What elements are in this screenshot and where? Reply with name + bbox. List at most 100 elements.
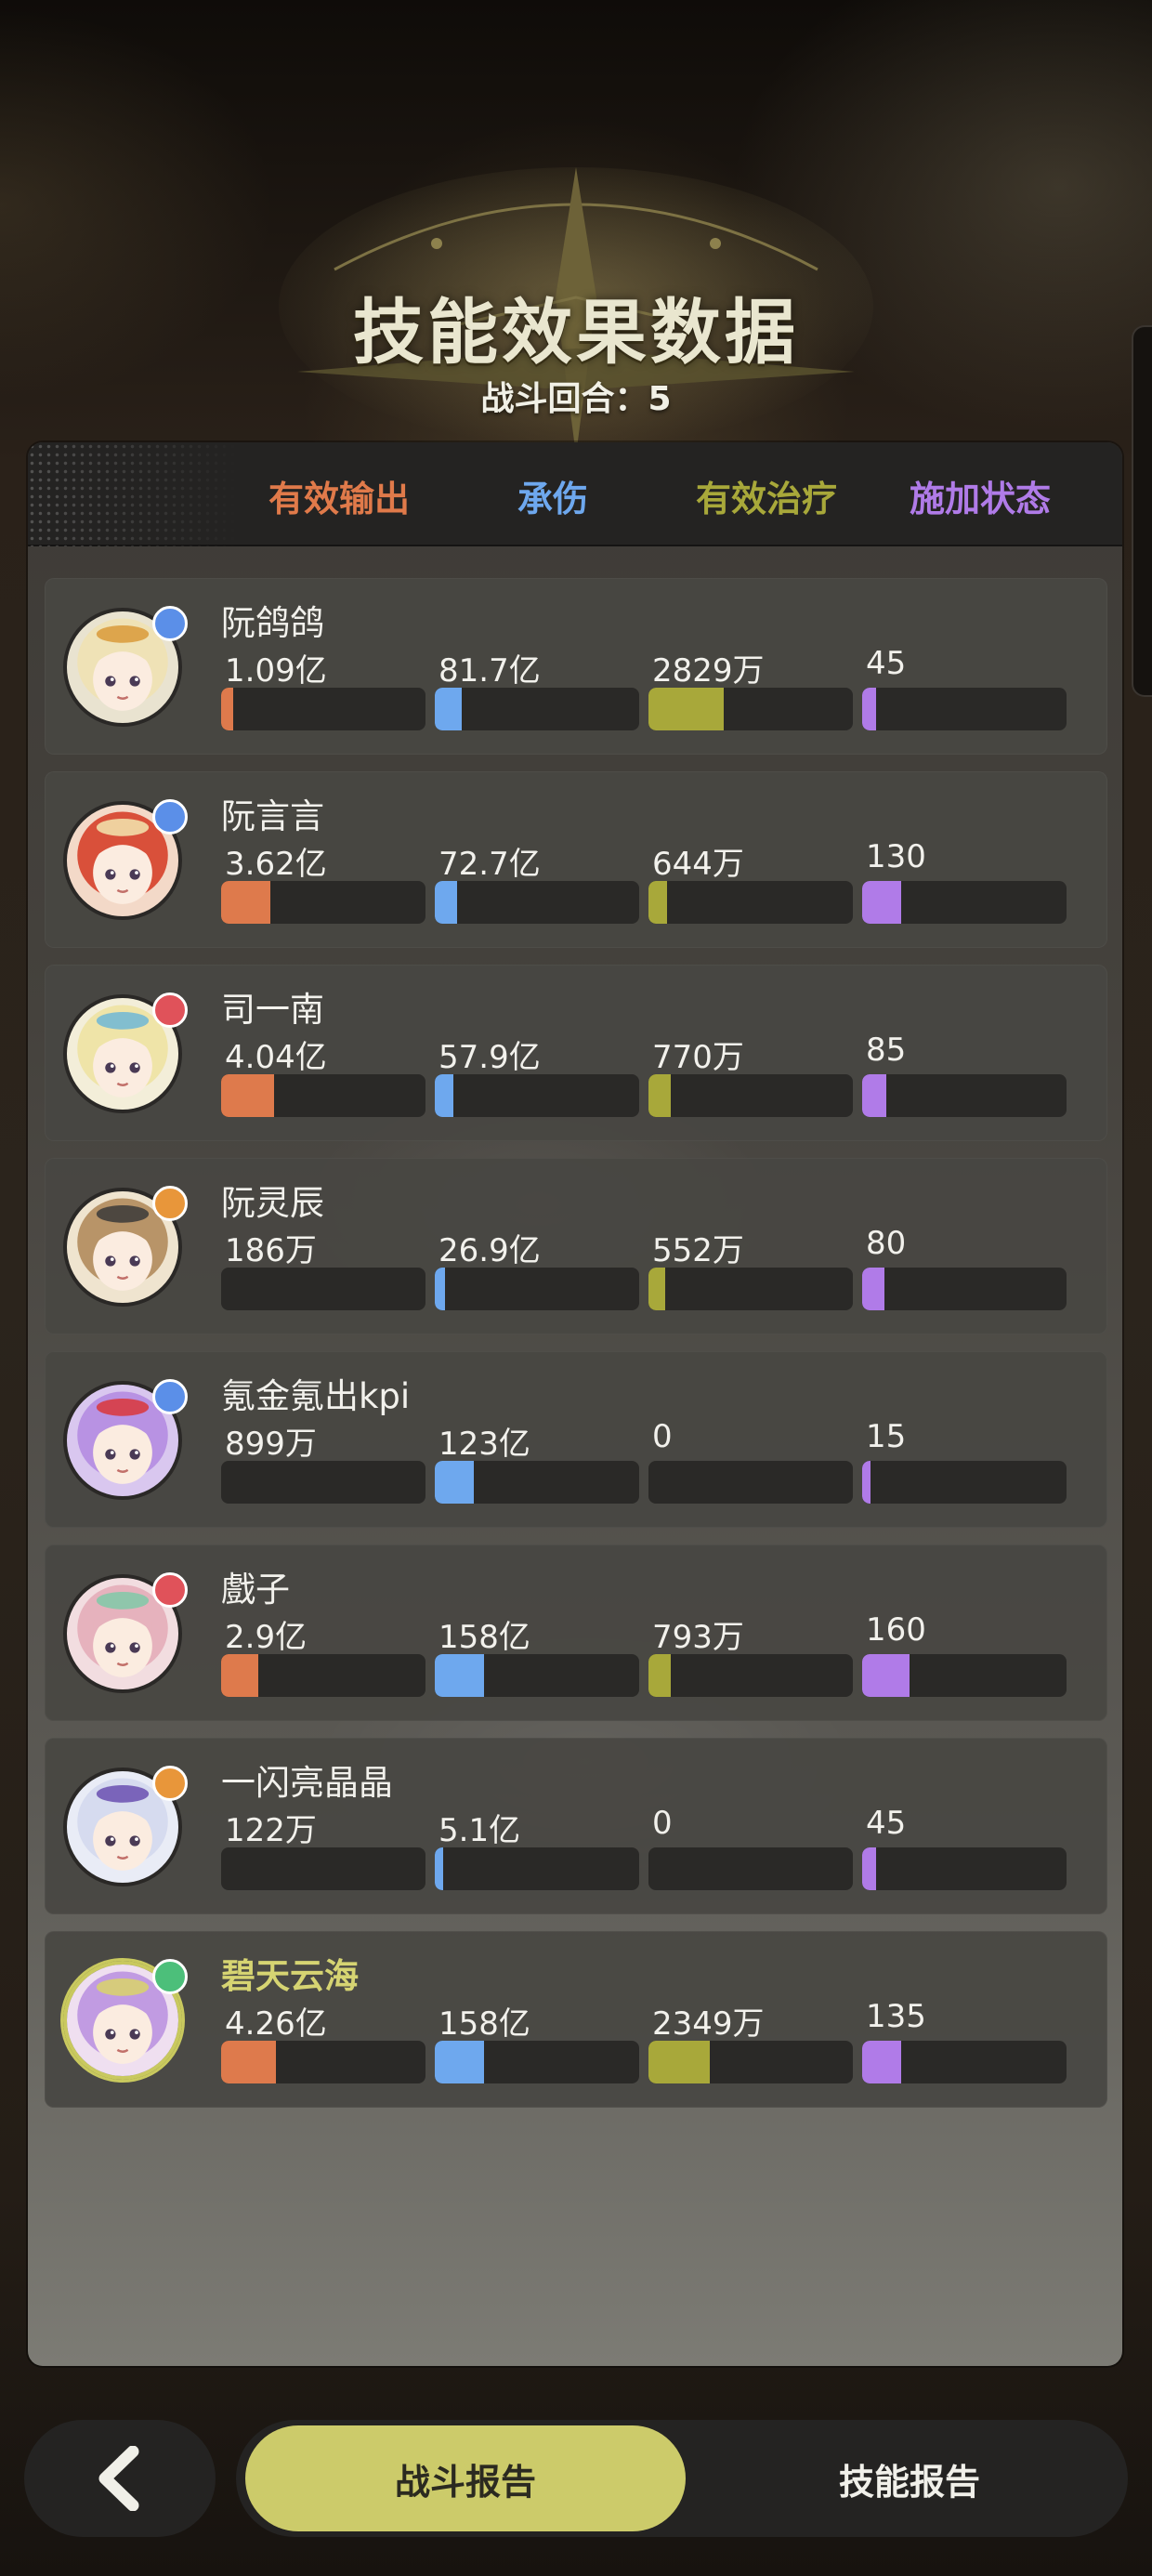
damage-value: 2.9亿 — [225, 1619, 308, 1656]
healing-value: 2829万 — [652, 652, 765, 690]
healing-value: 0 — [652, 1418, 673, 1455]
damage-bar — [221, 1461, 425, 1504]
player-name: 司一南 — [221, 990, 324, 1030]
status-bar — [862, 881, 1067, 924]
player-name: 阮鸽鸽 — [221, 603, 324, 643]
tab-skill-report[interactable]: 技能报告 — [700, 2425, 1119, 2531]
healing-bar — [648, 1654, 853, 1697]
damage-taken-bar — [435, 1461, 639, 1504]
damage-bar — [221, 1847, 425, 1890]
chevron-left-icon — [98, 2446, 139, 2511]
damage-taken-bar-fill — [435, 1654, 484, 1697]
damage-taken-bar — [435, 688, 639, 730]
tab-battle-report[interactable]: 战斗报告 — [245, 2425, 686, 2531]
damage-taken-value: 81.7亿 — [439, 652, 541, 690]
column-header: 有效输出 承伤 有效治疗 施加状态 — [28, 442, 1122, 546]
status-bar-fill — [862, 1268, 885, 1310]
player-name: 戲子 — [221, 1570, 290, 1610]
column-healing: 有效治疗 — [695, 479, 837, 519]
healing-bar — [648, 2041, 853, 2083]
damage-bar-fill — [221, 1074, 275, 1117]
healing-bar-fill — [648, 688, 725, 730]
player-row[interactable]: 戲子 2.9亿 158亿 793万 160 — [45, 1544, 1107, 1721]
element-badge-icon — [152, 1379, 188, 1414]
column-status: 施加状态 — [909, 479, 1051, 519]
column-damage: 有效输出 — [268, 479, 410, 519]
damage-taken-bar — [435, 1847, 639, 1890]
player-row[interactable]: 司一南 4.04亿 57.9亿 770万 85 — [45, 965, 1107, 1141]
damage-taken-bar-fill — [435, 688, 462, 730]
damage-taken-bar — [435, 1654, 639, 1697]
player-row[interactable]: 阮灵辰 186万 26.9亿 552万 80 — [45, 1158, 1107, 1334]
status-value: 130 — [866, 838, 926, 875]
healing-value: 770万 — [652, 1039, 744, 1076]
damage-taken-bar-fill — [435, 1074, 453, 1117]
status-value: 85 — [866, 1032, 907, 1069]
stats-panel: 有效输出 承伤 有效治疗 施加状态 阮鸽鸽 1.09亿 81.7亿 2829万 45 阮言… — [28, 442, 1122, 2366]
damage-taken-value: 158亿 — [439, 1619, 530, 1656]
player-row[interactable]: 阮鸽鸽 1.09亿 81.7亿 2829万 45 — [45, 578, 1107, 755]
status-bar-fill — [862, 881, 901, 924]
damage-taken-bar — [435, 1074, 639, 1117]
healing-value: 793万 — [652, 1619, 744, 1656]
player-row[interactable]: 氪金氪出kpi 899万 123亿 0 15 — [45, 1351, 1107, 1528]
status-value: 80 — [866, 1225, 907, 1262]
element-badge-icon — [152, 1959, 188, 1994]
status-value: 135 — [866, 1998, 926, 2035]
player-name: 阮言言 — [221, 796, 324, 836]
damage-taken-bar — [435, 1268, 639, 1310]
damage-taken-value: 123亿 — [439, 1426, 530, 1463]
healing-bar — [648, 1268, 853, 1310]
damage-value: 122万 — [225, 1812, 317, 1849]
player-row[interactable]: 一闪亮晶晶 122万 5.1亿 0 45 — [45, 1738, 1107, 1914]
player-row[interactable]: 碧天云海 4.26亿 158亿 2349万 135 — [45, 1931, 1107, 2108]
damage-taken-bar-fill — [435, 2041, 484, 2083]
player-name: 碧天云海 — [221, 1956, 359, 1996]
damage-value: 186万 — [225, 1232, 317, 1269]
element-badge-icon — [152, 992, 188, 1028]
damage-taken-value: 26.9亿 — [439, 1232, 541, 1269]
status-bar — [862, 2041, 1067, 2083]
damage-taken-bar-fill — [435, 1847, 443, 1890]
status-bar-fill — [862, 1461, 871, 1504]
element-badge-icon — [152, 1186, 188, 1221]
damage-value: 3.62亿 — [225, 846, 327, 883]
status-bar-fill — [862, 1654, 910, 1697]
side-drawer-handle[interactable] — [1132, 325, 1152, 697]
healing-bar-fill — [648, 1654, 672, 1697]
damage-value: 1.09亿 — [225, 652, 327, 690]
element-badge-icon — [152, 799, 188, 835]
healing-value: 644万 — [652, 846, 744, 883]
healing-bar — [648, 1074, 853, 1117]
status-bar — [862, 1268, 1067, 1310]
player-row[interactable]: 阮言言 3.62亿 72.7亿 644万 130 — [45, 771, 1107, 948]
status-value: 15 — [866, 1418, 907, 1455]
damage-bar — [221, 2041, 425, 2083]
player-name: 氪金氪出kpi — [221, 1376, 411, 1416]
player-name: 一闪亮晶晶 — [221, 1763, 393, 1803]
back-button[interactable] — [24, 2420, 216, 2537]
column-damage-taken: 承伤 — [517, 479, 588, 519]
damage-bar-fill — [221, 1654, 258, 1697]
damage-taken-value: 158亿 — [439, 2005, 530, 2043]
damage-taken-bar-fill — [435, 1268, 445, 1310]
page-title: 技能效果数据 — [353, 291, 799, 374]
healing-bar — [648, 1461, 853, 1504]
healing-bar-fill — [648, 881, 667, 924]
healing-bar — [648, 881, 853, 924]
damage-value: 899万 — [225, 1426, 317, 1463]
healing-value: 0 — [652, 1805, 673, 1842]
damage-bar-fill — [221, 688, 234, 730]
healing-bar — [648, 688, 853, 730]
element-badge-icon — [152, 1766, 188, 1801]
healing-value: 552万 — [652, 1232, 744, 1269]
element-badge-icon — [152, 606, 188, 641]
damage-taken-bar-fill — [435, 881, 458, 924]
damage-bar-fill — [221, 2041, 277, 2083]
healing-bar-fill — [648, 1074, 672, 1117]
player-name: 阮灵辰 — [221, 1183, 324, 1223]
damage-bar — [221, 1074, 425, 1117]
status-bar — [862, 1847, 1067, 1890]
status-bar-fill — [862, 1847, 877, 1890]
damage-bar — [221, 1268, 425, 1310]
